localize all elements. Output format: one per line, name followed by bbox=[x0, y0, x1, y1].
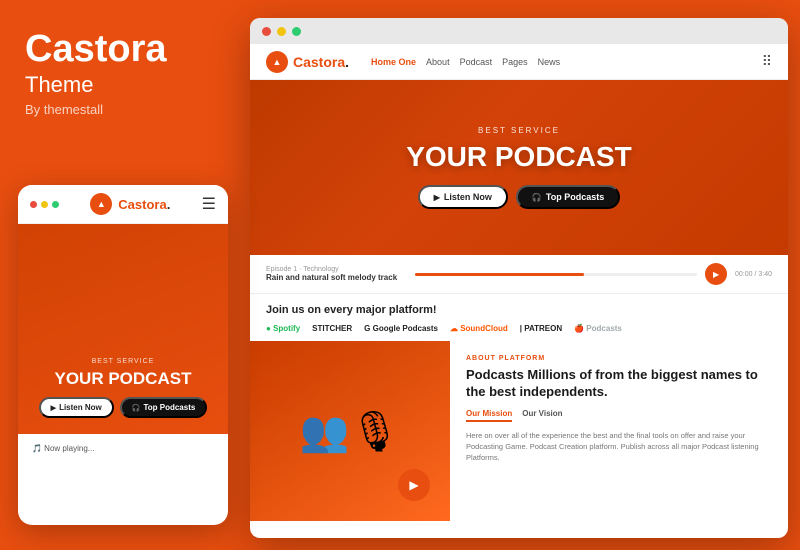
platform-patreon[interactable]: | PATREON bbox=[520, 324, 562, 333]
desktop-listen-button[interactable]: Listen Now bbox=[418, 185, 508, 209]
desktop-hero: BEST SERVICE YOUR PODCAST Listen Now Top… bbox=[250, 80, 788, 255]
desktop-logo-text: Castora. bbox=[293, 54, 349, 70]
platform-soundcloud[interactable]: ☁ SoundCloud bbox=[450, 324, 508, 333]
platform-google[interactable]: G Google Podcasts bbox=[364, 324, 438, 333]
mobile-header: ▲ Castora. ☰ bbox=[18, 185, 228, 224]
mobile-footer-text: 🎵 Now playing... bbox=[32, 444, 214, 453]
mobile-window-dots bbox=[30, 201, 59, 208]
desktop-nav: ▲ Castora. Home One About Podcast Pages … bbox=[250, 44, 788, 80]
nav-link-podcast[interactable]: Podcast bbox=[460, 57, 493, 67]
platform-spotify[interactable]: ● Spotify bbox=[266, 324, 300, 333]
brand-subtitle: Theme bbox=[25, 72, 220, 98]
brand-title: Castora bbox=[25, 30, 220, 68]
about-image: 👥🎙 ▶ bbox=[250, 341, 450, 521]
about-text: About Platform Podcasts Millions of from… bbox=[450, 341, 788, 521]
platforms-title: Join us on every major platform! bbox=[266, 304, 772, 316]
audio-track: Rain and natural soft melody track bbox=[266, 273, 407, 282]
dt-dot-yellow bbox=[277, 27, 286, 36]
dot-red bbox=[30, 201, 37, 208]
nav-link-about[interactable]: About bbox=[426, 57, 450, 67]
audio-time: 00:00 / 3:40 bbox=[735, 271, 772, 278]
mobile-podcast-title: YOUR PODCAST bbox=[39, 369, 208, 389]
mobile-btn-row: Listen Now Top Podcasts bbox=[39, 397, 208, 418]
mobile-mockup: ▲ Castora. ☰ BEST SERVICE YOUR PODCAST L… bbox=[18, 185, 228, 525]
mobile-logo-icon: ▲ bbox=[90, 193, 112, 215]
mobile-logo-text: Castora. bbox=[118, 197, 170, 212]
dt-dot-red bbox=[262, 27, 271, 36]
platform-stitcher[interactable]: STITCHER bbox=[312, 324, 352, 333]
about-play-button[interactable]: ▶ bbox=[398, 469, 430, 501]
desktop-nav-logo: ▲ Castora. bbox=[266, 51, 349, 73]
mobile-top-podcasts-button[interactable]: Top Podcasts bbox=[120, 397, 208, 418]
platforms-section: Join us on every major platform! ● Spoti… bbox=[250, 294, 788, 341]
platforms-logos: ● Spotify STITCHER G Google Podcasts ☁ S… bbox=[266, 324, 772, 333]
mobile-listen-button[interactable]: Listen Now bbox=[39, 397, 114, 418]
audio-play-button[interactable]: ▶ bbox=[705, 263, 727, 285]
audio-info: Episode 1 · Technology Rain and natural … bbox=[266, 266, 407, 282]
desktop-browser: ▲ Castora. Home One About Podcast Pages … bbox=[250, 44, 788, 538]
mobile-hero: BEST SERVICE YOUR PODCAST Listen Now Top… bbox=[18, 224, 228, 434]
audio-player: Episode 1 · Technology Rain and natural … bbox=[250, 255, 788, 294]
desktop-top-podcasts-button[interactable]: Top Podcasts bbox=[516, 185, 620, 209]
desktop-logo-icon: ▲ bbox=[266, 51, 288, 73]
dot-green bbox=[52, 201, 59, 208]
audio-progress-bar[interactable] bbox=[415, 273, 697, 276]
platform-apple[interactable]: 🍎 Podcasts bbox=[574, 324, 622, 333]
about-people-icon: 👥🎙 bbox=[300, 408, 401, 455]
desktop-hero-content: BEST SERVICE YOUR PODCAST Listen Now Top… bbox=[406, 126, 632, 209]
mobile-footer: 🎵 Now playing... bbox=[18, 434, 228, 463]
mobile-nav-brand: ▲ Castora. bbox=[90, 193, 170, 215]
nav-link-home[interactable]: Home One bbox=[371, 57, 416, 67]
audio-progress-fill bbox=[415, 273, 584, 276]
nav-link-pages[interactable]: Pages bbox=[502, 57, 528, 67]
grid-icon[interactable]: ⠿ bbox=[762, 53, 772, 70]
about-body-text: Here on over all of the experience the b… bbox=[466, 430, 772, 464]
desktop-mockup: ▲ Castora. Home One About Podcast Pages … bbox=[250, 18, 788, 538]
about-platform-label: About Platform bbox=[466, 355, 772, 362]
dot-yellow bbox=[41, 201, 48, 208]
desktop-best-service: BEST SERVICE bbox=[406, 126, 632, 135]
hamburger-icon[interactable]: ☰ bbox=[202, 194, 216, 214]
tab-mission[interactable]: Our Mission bbox=[466, 409, 512, 422]
mobile-best-service: BEST SERVICE bbox=[39, 358, 208, 365]
brand-by: By themestall bbox=[25, 102, 220, 117]
dt-dot-green bbox=[292, 27, 301, 36]
about-heading: Podcasts Millions of from the biggest na… bbox=[466, 367, 772, 401]
about-tabs: Our Mission Our Vision bbox=[466, 409, 772, 422]
desktop-nav-links: Home One About Podcast Pages News bbox=[371, 57, 752, 67]
nav-link-news[interactable]: News bbox=[538, 57, 561, 67]
audio-episode: Episode 1 · Technology bbox=[266, 266, 407, 273]
desktop-podcast-title: YOUR PODCAST bbox=[406, 141, 632, 173]
about-section: 👥🎙 ▶ About Platform Podcasts Millions of… bbox=[250, 341, 788, 521]
desktop-titlebar bbox=[250, 18, 788, 44]
tab-vision[interactable]: Our Vision bbox=[522, 409, 562, 422]
mobile-hero-content: BEST SERVICE YOUR PODCAST Listen Now Top… bbox=[39, 358, 208, 418]
desktop-btn-row: Listen Now Top Podcasts bbox=[406, 185, 632, 209]
